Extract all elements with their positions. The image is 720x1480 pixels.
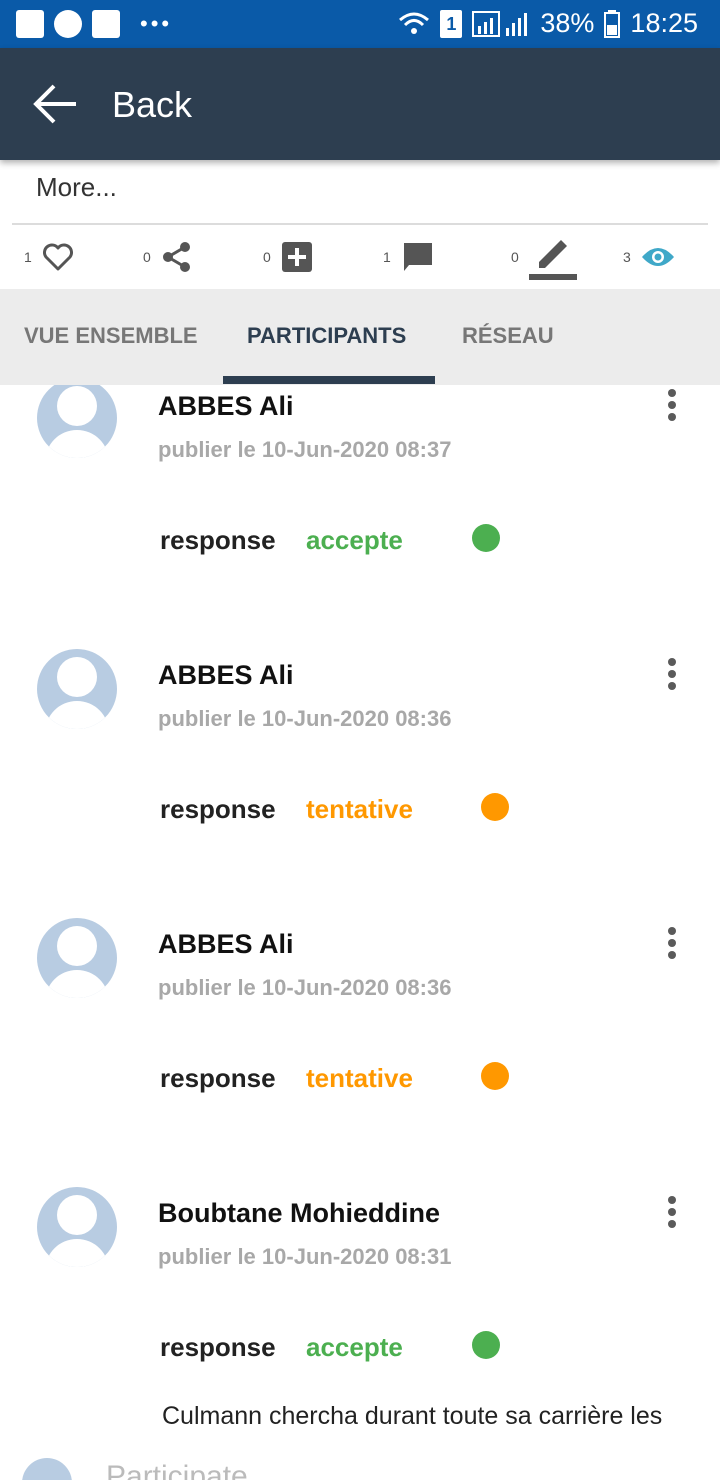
signal-icon [472, 10, 528, 37]
participant-item[interactable]: ABBES Ali publier le 10-Jun-2020 08:36 r… [0, 649, 720, 923]
phone-icon [54, 10, 82, 38]
response-label: response [160, 1063, 276, 1093]
post-actions-bar: 1 0 0 1 0 3 [0, 226, 720, 288]
comment-action[interactable]: 1 [383, 226, 435, 288]
status-left-icons: ••• [16, 10, 172, 38]
avatar [37, 385, 117, 458]
add-count: 0 [263, 249, 271, 265]
add-action[interactable]: 0 [263, 226, 313, 288]
back-arrow-icon[interactable] [32, 82, 80, 126]
response-label: response [160, 794, 276, 824]
like-action[interactable]: 1 [24, 226, 74, 288]
avatar [37, 1187, 117, 1267]
status-dot [472, 1331, 500, 1359]
comment-count: 1 [383, 249, 391, 265]
participant-name: ABBES Ali [158, 929, 294, 959]
more-options-icon[interactable] [662, 927, 682, 963]
participant-name: ABBES Ali [158, 391, 294, 421]
participant-date: publier le 10-Jun-2020 08:37 [158, 437, 452, 462]
back-button[interactable]: Back [112, 84, 192, 126]
clock: 18:25 [630, 8, 698, 38]
battery-icon [604, 9, 621, 38]
tab-bar: VUE ENSEMBLE PARTICIPANTS RÉSEAU [0, 289, 720, 385]
participant-date: publier le 10-Jun-2020 08:36 [158, 975, 452, 1000]
avatar [37, 918, 117, 998]
participants-list[interactable]: ABBES Ali publier le 10-Jun-2020 08:37 r… [0, 385, 720, 1480]
more-options-icon[interactable] [662, 389, 682, 425]
response-value: accepte [306, 1332, 403, 1362]
more-link[interactable]: More... [36, 172, 117, 203]
views-action[interactable]: 3 [623, 226, 675, 288]
battery-percent: 38% [540, 8, 595, 38]
participant-date: publier le 10-Jun-2020 08:31 [158, 1244, 452, 1269]
divider [12, 223, 708, 225]
app-badge-icon [16, 10, 44, 38]
status-bar: ••• 1 38% 18:25 [0, 0, 720, 48]
image-icon [92, 10, 120, 38]
share-icon [162, 242, 190, 272]
status-dot [472, 524, 500, 552]
participant-name: ABBES Ali [158, 660, 294, 690]
participant-name: Boubtane Mohieddine [158, 1198, 440, 1228]
response-label: response [160, 525, 276, 555]
edit-action[interactable]: 0 [511, 226, 579, 288]
add-box-icon [281, 242, 312, 272]
eye-icon [641, 248, 674, 266]
comment-text: Culmann chercha durant toute sa carrière… [162, 1402, 663, 1430]
views-count: 3 [623, 249, 631, 265]
section-heading: Participate [106, 1460, 248, 1480]
more-options-icon[interactable] [662, 658, 682, 694]
participant-item[interactable]: ABBES Ali publier le 10-Jun-2020 08:37 r… [0, 385, 720, 654]
app-bar: Back [0, 48, 720, 160]
status-dot [481, 793, 509, 821]
share-action[interactable]: 0 [143, 226, 193, 288]
status-right-icons: 1 38% 18:25 [398, 8, 698, 39]
status-dot [481, 1062, 509, 1090]
share-count: 0 [143, 249, 151, 265]
more-options-icon[interactable] [662, 1196, 682, 1232]
response-value: accepte [306, 525, 403, 555]
comment-icon [403, 243, 432, 271]
avatar [22, 1458, 72, 1480]
response-label: response [160, 1332, 276, 1362]
edit-icon [528, 240, 577, 280]
response-value: tentative [306, 1063, 413, 1093]
participant-date: publier le 10-Jun-2020 08:36 [158, 706, 452, 731]
edit-count: 0 [511, 249, 519, 265]
tab-vue-ensemble[interactable]: VUE ENSEMBLE [24, 323, 198, 349]
wifi-icon [399, 12, 430, 34]
avatar [37, 649, 117, 729]
heart-icon [42, 243, 73, 271]
tab-reseau[interactable]: RÉSEAU [462, 323, 554, 349]
active-tab-indicator [223, 376, 435, 384]
sim-icon: 1 [440, 9, 463, 38]
participant-item[interactable]: ABBES Ali publier le 10-Jun-2020 08:36 r… [0, 918, 720, 1192]
tab-participants[interactable]: PARTICIPANTS [247, 323, 406, 349]
response-value: tentative [306, 794, 413, 824]
like-count: 1 [24, 249, 32, 265]
more-dots-icon: ••• [140, 11, 173, 36]
